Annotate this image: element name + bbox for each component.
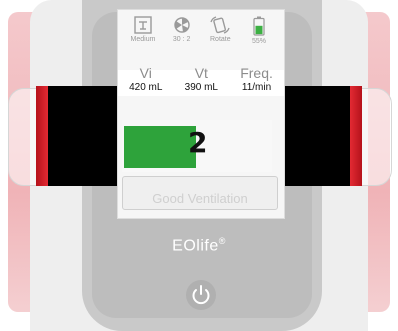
metric-freq-label: Freq. [240,65,273,81]
metric-vi: Vi 420 mL [129,66,163,96]
status-row: Medium 30 : 2 Rotate 55% [118,10,284,56]
ratio-fan-icon [173,17,190,33]
power-button[interactable] [186,280,216,310]
status-label-battery: 55% [251,38,266,45]
device-screen: Medium 30 : 2 Rotate 55% Vi 420 mL Vt 39… [118,10,284,218]
metric-vt: Vt 390 mL [184,66,218,96]
metric-vi-label: Vi [139,65,152,81]
brand-logo: EOlife® [0,236,398,255]
brand-name: EOlife [172,237,219,255]
metric-freq: Freq. 11/min [240,66,273,96]
status-label-ratio: 30 : 2 [172,36,191,43]
status-label-mask-size: Medium [130,36,156,43]
battery-icon [253,16,265,36]
red-edge-right [350,86,362,186]
status-item-mask-size: Medium [124,16,162,43]
rotate-icon [210,16,230,34]
red-edge-left [36,86,48,186]
power-icon [192,285,210,305]
brand-mark: ® [218,236,226,246]
ventilation-status: Good Ventilation [122,176,278,210]
status-item-battery: 55% [240,16,278,45]
status-label-rotate: Rotate [210,36,231,43]
metric-freq-value: 11/min [241,82,272,93]
status-item-rotate: Rotate [201,16,239,43]
mask-size-icon [134,16,152,34]
breath-progress-bar [124,126,196,168]
metric-vt-value: 390 mL [184,82,218,93]
metric-vi-value: 420 mL [129,82,163,93]
metric-vt-label: Vt [194,65,208,81]
breath-count: 2 [188,126,208,159]
metrics-row: Vi 420 mL Vt 390 mL Freq. 11/min [118,66,284,96]
breath-indicator: 2 [122,120,272,172]
status-item-ratio: 30 : 2 [163,16,201,43]
